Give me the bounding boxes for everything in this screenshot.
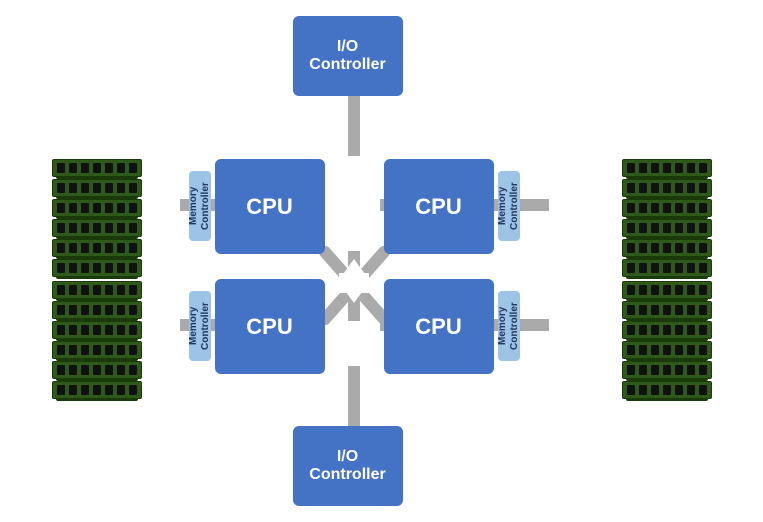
ram-chip <box>622 159 712 177</box>
ram-group-bottom-right <box>622 281 712 399</box>
cpu-top-right: CPU <box>384 159 494 254</box>
cpu-bottom-left: CPU <box>215 279 325 374</box>
ram-group-top-right <box>622 159 712 277</box>
ram-chip <box>52 239 142 257</box>
ram-chip <box>52 321 142 339</box>
ram-chip <box>622 219 712 237</box>
mc-top-left: Memory Controller <box>189 171 211 241</box>
ram-chip <box>52 301 142 319</box>
ram-chip <box>622 239 712 257</box>
architecture-diagram: I/O Controller CPU CPU CPU CPU Memory Co… <box>32 11 732 511</box>
ram-chip <box>622 179 712 197</box>
ram-chip <box>52 361 142 379</box>
ram-chip <box>622 199 712 217</box>
mc-bottom-right: Memory Controller <box>498 291 520 361</box>
ram-chip <box>622 381 712 399</box>
ram-chip <box>52 259 142 277</box>
ram-group-top-left <box>52 159 142 277</box>
ram-chip <box>52 341 142 359</box>
cpu-top-left: CPU <box>215 159 325 254</box>
ram-chip <box>622 361 712 379</box>
io-controller-bottom: I/O Controller <box>293 426 403 506</box>
ram-chip <box>52 159 142 177</box>
ram-chip <box>622 321 712 339</box>
ram-chip <box>52 281 142 299</box>
ram-chip <box>52 219 142 237</box>
io-controller-top: I/O Controller <box>293 16 403 96</box>
cpu-bottom-right: CPU <box>384 279 494 374</box>
ram-chip <box>52 381 142 399</box>
mc-bottom-left: Memory Controller <box>189 291 211 361</box>
ram-group-bottom-left <box>52 281 142 399</box>
ram-chip <box>622 301 712 319</box>
ram-chip <box>52 199 142 217</box>
mc-top-right: Memory Controller <box>498 171 520 241</box>
ram-chip <box>622 259 712 277</box>
ram-chip <box>622 341 712 359</box>
ram-chip <box>52 179 142 197</box>
ram-chip <box>622 281 712 299</box>
